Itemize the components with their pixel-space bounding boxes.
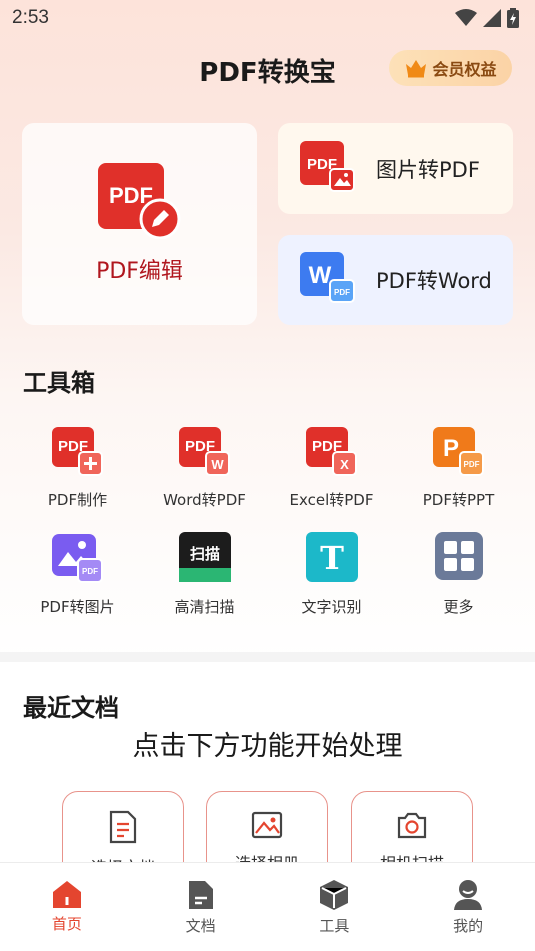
image-pdf-icon: PDF	[51, 532, 104, 584]
scan-icon: 扫描	[178, 532, 231, 584]
wifi-icon	[455, 9, 477, 26]
tool-excel-to-pdf[interactable]: PDF X Excel转PDF	[268, 425, 395, 510]
tool-label: 文字识别	[301, 598, 362, 616]
pdf-image-icon: PDF	[300, 140, 356, 197]
word-pdf-icon: W PDF	[300, 252, 356, 308]
recent-title: 最近文档	[23, 694, 119, 722]
toolbox-grid: PDF PDF制作 PDF W Word转PDF PDF X Excel转PDF…	[14, 425, 522, 617]
pdf-word-icon: PDF W	[178, 425, 231, 477]
tool-more[interactable]: 更多	[395, 532, 522, 617]
svg-text:W: W	[309, 262, 332, 289]
tab-home[interactable]: 首页	[0, 863, 134, 951]
vip-label: 会员权益	[432, 60, 497, 79]
tab-tools[interactable]: 工具	[268, 863, 402, 951]
svg-text:X: X	[340, 457, 349, 472]
tool-label: Word转PDF	[163, 491, 246, 509]
home-icon	[52, 881, 81, 908]
document-icon	[109, 810, 137, 844]
recent-actions: 选择文档 选择相册 相机扫描	[0, 791, 535, 863]
cube-icon	[320, 880, 349, 910]
user-icon	[454, 880, 483, 910]
file-icon	[188, 881, 213, 909]
tab-label: 文档	[185, 917, 216, 935]
pdf-to-word-label: PDF转Word	[376, 269, 492, 293]
pdf-edit-icon: PDF	[98, 163, 182, 243]
battery-icon	[507, 8, 519, 28]
text-ocr-icon: T	[305, 532, 358, 584]
tab-label: 首页	[51, 915, 82, 933]
scan-badge: 扫描	[189, 545, 219, 563]
bottom-tab-bar: 首页 文档 工具 我的	[0, 862, 535, 951]
grid-more-icon	[433, 532, 485, 584]
tool-label: PDF转PPT	[422, 491, 495, 509]
status-time: 2:53	[12, 7, 49, 28]
svg-text:PDF: PDF	[82, 567, 98, 576]
signal-icon	[483, 9, 501, 27]
status-bar: 2:53	[0, 0, 535, 36]
tool-hd-scan[interactable]: 扫描 高清扫描	[141, 532, 268, 617]
pdf-edit-card[interactable]: PDF PDF编辑	[22, 123, 257, 325]
tool-label: 更多	[443, 598, 474, 616]
pdf-to-word-card[interactable]: W PDF PDF转Word	[278, 235, 513, 325]
svg-text:P: P	[442, 435, 458, 462]
tool-pdf-create[interactable]: PDF PDF制作	[14, 425, 141, 510]
select-document-button[interactable]: 选择文档	[62, 791, 184, 863]
tool-label: 高清扫描	[174, 598, 235, 616]
svg-text:PDF: PDF	[334, 288, 350, 297]
album-icon	[251, 811, 283, 839]
tool-ocr[interactable]: T 文字识别	[268, 532, 395, 617]
tool-label: PDF制作	[47, 491, 108, 509]
empty-hint: 点击下方功能开始处理	[132, 731, 403, 762]
svg-text:W: W	[211, 457, 224, 472]
tool-pdf-to-ppt[interactable]: P PDF PDF转PPT	[395, 425, 522, 510]
tool-label: Excel转PDF	[289, 491, 374, 509]
crown-icon	[406, 60, 427, 78]
status-icons	[455, 8, 519, 28]
image-to-pdf-label: 图片转PDF	[376, 157, 480, 182]
tool-label: PDF转图片	[40, 598, 115, 616]
pdf-plus-icon: PDF	[51, 425, 104, 477]
select-album-button[interactable]: 选择相册	[206, 791, 328, 863]
toolbox-title: 工具箱	[23, 369, 95, 397]
image-to-pdf-card[interactable]: PDF 图片转PDF	[278, 123, 513, 214]
tab-documents[interactable]: 文档	[134, 863, 268, 951]
ppt-pdf-icon: P PDF	[432, 425, 485, 477]
tab-mine[interactable]: 我的	[401, 863, 535, 951]
app-header: PDF转换宝 会员权益	[0, 44, 535, 94]
tool-word-to-pdf[interactable]: PDF W Word转PDF	[141, 425, 268, 510]
tool-pdf-to-image[interactable]: PDF PDF转图片	[14, 532, 141, 617]
tab-label: 工具	[319, 917, 350, 935]
tab-label: 我的	[453, 917, 484, 935]
ocr-badge: T	[320, 539, 344, 577]
camera-icon	[397, 812, 427, 839]
section-divider	[0, 652, 535, 662]
camera-scan-button[interactable]: 相机扫描	[351, 791, 473, 863]
pdf-excel-icon: PDF X	[305, 425, 358, 477]
svg-text:PDF: PDF	[463, 460, 479, 469]
pdf-edit-label: PDF编辑	[96, 259, 183, 284]
vip-benefits-button[interactable]: 会员权益	[389, 50, 512, 86]
